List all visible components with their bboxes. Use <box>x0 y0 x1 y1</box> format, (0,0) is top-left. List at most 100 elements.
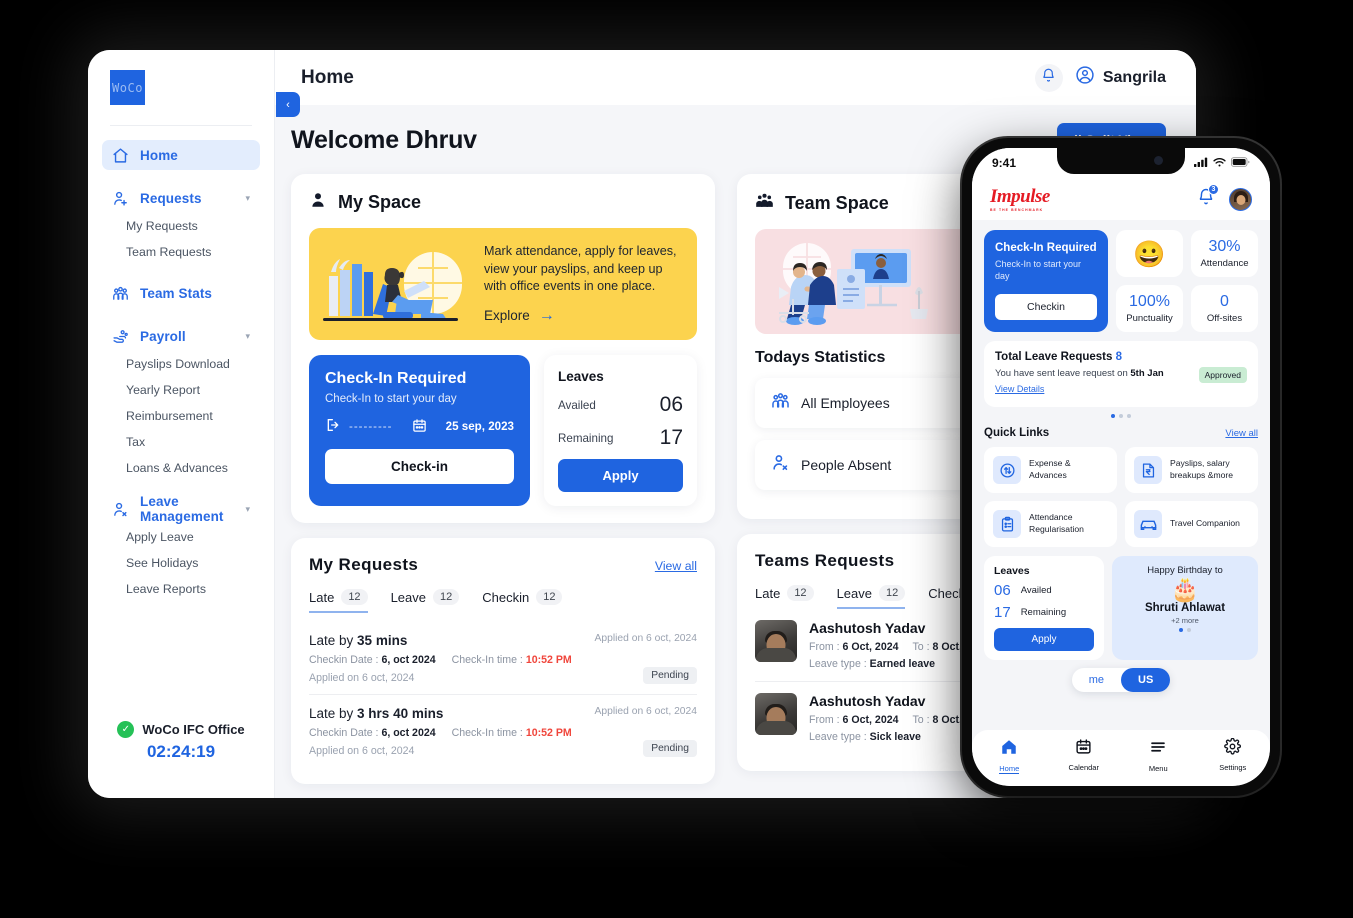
quick-links-view-all[interactable]: View all <box>1225 428 1258 439</box>
office-name: WoCo IFC Office <box>142 722 245 737</box>
page-title: Home <box>301 66 354 88</box>
sidebar-subitem-reimbursement[interactable]: Reimbursement <box>88 403 274 429</box>
cellular-signal-icon <box>1194 154 1208 172</box>
chevron-down-icon: ▾ <box>245 330 250 341</box>
checkin-date-label: Checkin Date : <box>309 727 382 739</box>
carousel-dot-3[interactable] <box>1127 414 1131 418</box>
status-badge: Approved <box>1198 367 1247 383</box>
segment-option-us[interactable]: US <box>1121 668 1171 692</box>
tab-settings[interactable]: Settings <box>1196 737 1271 772</box>
quick-link-attendance-regularisation[interactable]: Attendance Regularisation <box>984 501 1117 547</box>
mood-tile[interactable]: 😀 <box>1116 230 1183 277</box>
birthday-cake-icon: 🎂 <box>1170 576 1200 602</box>
birthday-carousel-dots[interactable] <box>1120 628 1250 633</box>
sidebar-item-team-stats-label: Team Stats <box>140 285 213 301</box>
sidebar-subitem-apply-leave[interactable]: Apply Leave <box>88 524 274 550</box>
sidebar-subitem-team-requests[interactable]: Team Requests <box>88 239 274 265</box>
from-label: From : <box>809 641 843 653</box>
menu-icon <box>1149 738 1167 761</box>
sidebar-divider <box>110 125 252 126</box>
phone-bottom-row: Leaves 06 Availed 17 Remaining Apply Hap… <box>984 556 1258 660</box>
carousel-dot-2[interactable] <box>1119 414 1123 418</box>
sidebar-collapse-button[interactable]: ‹ <box>276 92 300 117</box>
table-row[interactable]: Late by 3 hrs 40 mins Checkin Date : 6, … <box>309 694 697 767</box>
applied-on-right: Applied on 6 oct, 2024 <box>594 633 697 644</box>
leaves-remaining-label: Remaining <box>558 431 614 445</box>
table-row[interactable]: Late by 35 mins Checkin Date : 6, oct 20… <box>309 622 697 694</box>
birthday-dot-2[interactable] <box>1187 628 1191 633</box>
arrow-right-icon: → <box>538 306 555 324</box>
team-tab-leave[interactable]: Leave 12 <box>836 585 906 609</box>
explore-link[interactable]: Explore → <box>484 307 683 325</box>
phone-leaves-card: Leaves 06 Availed 17 Remaining Apply <box>984 556 1104 660</box>
sidebar-item-home-label: Home <box>140 147 178 163</box>
checkin-time-label: Check-In time : <box>451 727 526 739</box>
tab-calendar[interactable]: Calendar <box>1047 738 1122 772</box>
phone-notifications-button[interactable]: 3 <box>1197 183 1219 211</box>
tab-home[interactable]: Home <box>972 738 1047 774</box>
tab-leave[interactable]: Leave 12 <box>391 589 460 613</box>
team-tab-late[interactable]: Late 12 <box>755 585 814 609</box>
promo-copy: Mark attendance, apply for leaves, view … <box>484 244 677 294</box>
topbar: Home Sangrila <box>275 50 1196 105</box>
sidebar-subitem-loans-advances[interactable]: Loans & Advances <box>88 455 274 481</box>
phone-birthday-card[interactable]: Happy Birthday to 🎂 Shruti Ahlawat +2 mo… <box>1112 556 1258 660</box>
phone-leave-request-card[interactable]: Total Leave Requests 8 You have sent lea… <box>984 341 1258 407</box>
punctuality-tile[interactable]: 100% Punctuality <box>1116 285 1183 332</box>
phone-leaves-availed-label: Availed <box>1020 585 1052 596</box>
quick-links-grid: Expense & Advances Payslips, salary brea… <box>984 447 1258 547</box>
woco-logo-text: WoCo <box>112 80 143 95</box>
team-tab-late-count: 12 <box>787 585 814 601</box>
tab-menu[interactable]: Menu <box>1121 738 1196 773</box>
quick-link-expense-advances[interactable]: Expense & Advances <box>984 447 1117 493</box>
quick-link-attendance-regularisation-label: Attendance Regularisation <box>1029 512 1084 534</box>
checkin-button[interactable]: Check-in <box>325 449 514 484</box>
late-prefix: Late by <box>309 706 358 721</box>
my-requests-view-all[interactable]: View all <box>655 559 697 573</box>
attendance-tile[interactable]: 30% Attendance <box>1191 230 1258 277</box>
my-space-promo-banner[interactable]: Mark attendance, apply for leaves, view … <box>309 228 697 340</box>
quick-link-travel-companion[interactable]: Travel Companion <box>1125 501 1258 547</box>
sidebar-subitem-payslips-download[interactable]: Payslips Download <box>88 351 274 377</box>
from-value: 6 Oct, 2024 <box>842 714 899 726</box>
screenshot-stage: WoCo Home Requests ▾ My Requests Team Re… <box>0 0 1353 918</box>
user-menu[interactable]: Sangrila <box>1075 65 1166 90</box>
sidebar-item-home[interactable]: Home <box>102 140 260 170</box>
late-duration: 35 mins <box>357 633 408 648</box>
birthday-dot-1[interactable] <box>1179 628 1183 633</box>
from-label: From : <box>809 714 843 726</box>
sidebar-item-requests[interactable]: Requests ▾ <box>102 183 260 213</box>
quick-link-payslips[interactable]: Payslips, salary breakups &more <box>1125 447 1258 493</box>
teams-requests-title: Teams Requests <box>755 551 895 570</box>
late-duration: 3 hrs 40 mins <box>357 706 444 721</box>
sidebar-subitem-tax[interactable]: Tax <box>88 429 274 455</box>
avatar[interactable] <box>1229 187 1252 211</box>
phone-checkin-button[interactable]: Checkin <box>995 294 1097 320</box>
tab-checkin[interactable]: Checkin 12 <box>482 589 563 613</box>
woco-logo[interactable]: WoCo <box>110 70 145 105</box>
tab-calendar-label: Calendar <box>1068 763 1099 772</box>
checkin-date: 6, oct 2024 <box>381 727 436 739</box>
notifications-button[interactable] <box>1034 63 1063 92</box>
sidebar-subitem-leave-reports[interactable]: Leave Reports <box>88 576 274 602</box>
carousel-dots[interactable] <box>984 414 1258 418</box>
view-details-link[interactable]: View Details <box>995 384 1044 394</box>
segment-option-me[interactable]: me <box>1072 668 1121 692</box>
carousel-dot-1[interactable] <box>1111 414 1115 418</box>
my-requests-title: My Requests <box>309 555 419 574</box>
from-value: 6 Oct, 2024 <box>842 641 899 653</box>
phone-apply-leave-button[interactable]: Apply <box>994 628 1094 651</box>
sidebar-item-payroll[interactable]: Payroll ▾ <box>102 321 260 351</box>
to-label: To : <box>912 714 933 726</box>
sidebar-subitem-yearly-report[interactable]: Yearly Report <box>88 377 274 403</box>
sidebar-item-leave-management[interactable]: Leave Management ▾ <box>102 494 260 524</box>
user-remove-icon <box>771 453 790 477</box>
apply-leave-button[interactable]: Apply <box>558 459 683 492</box>
sidebar-subitem-my-requests[interactable]: My Requests <box>88 213 274 239</box>
phone-app-header: Impulse BE THE BENCHMARK 3 <box>972 178 1270 220</box>
tab-late[interactable]: Late 12 <box>309 589 368 613</box>
sidebar-subitem-see-holidays[interactable]: See Holidays <box>88 550 274 576</box>
offsites-value: 0 <box>1220 293 1229 310</box>
offsites-tile[interactable]: 0 Off-sites <box>1191 285 1258 332</box>
sidebar-item-team-stats[interactable]: Team Stats <box>102 278 260 308</box>
